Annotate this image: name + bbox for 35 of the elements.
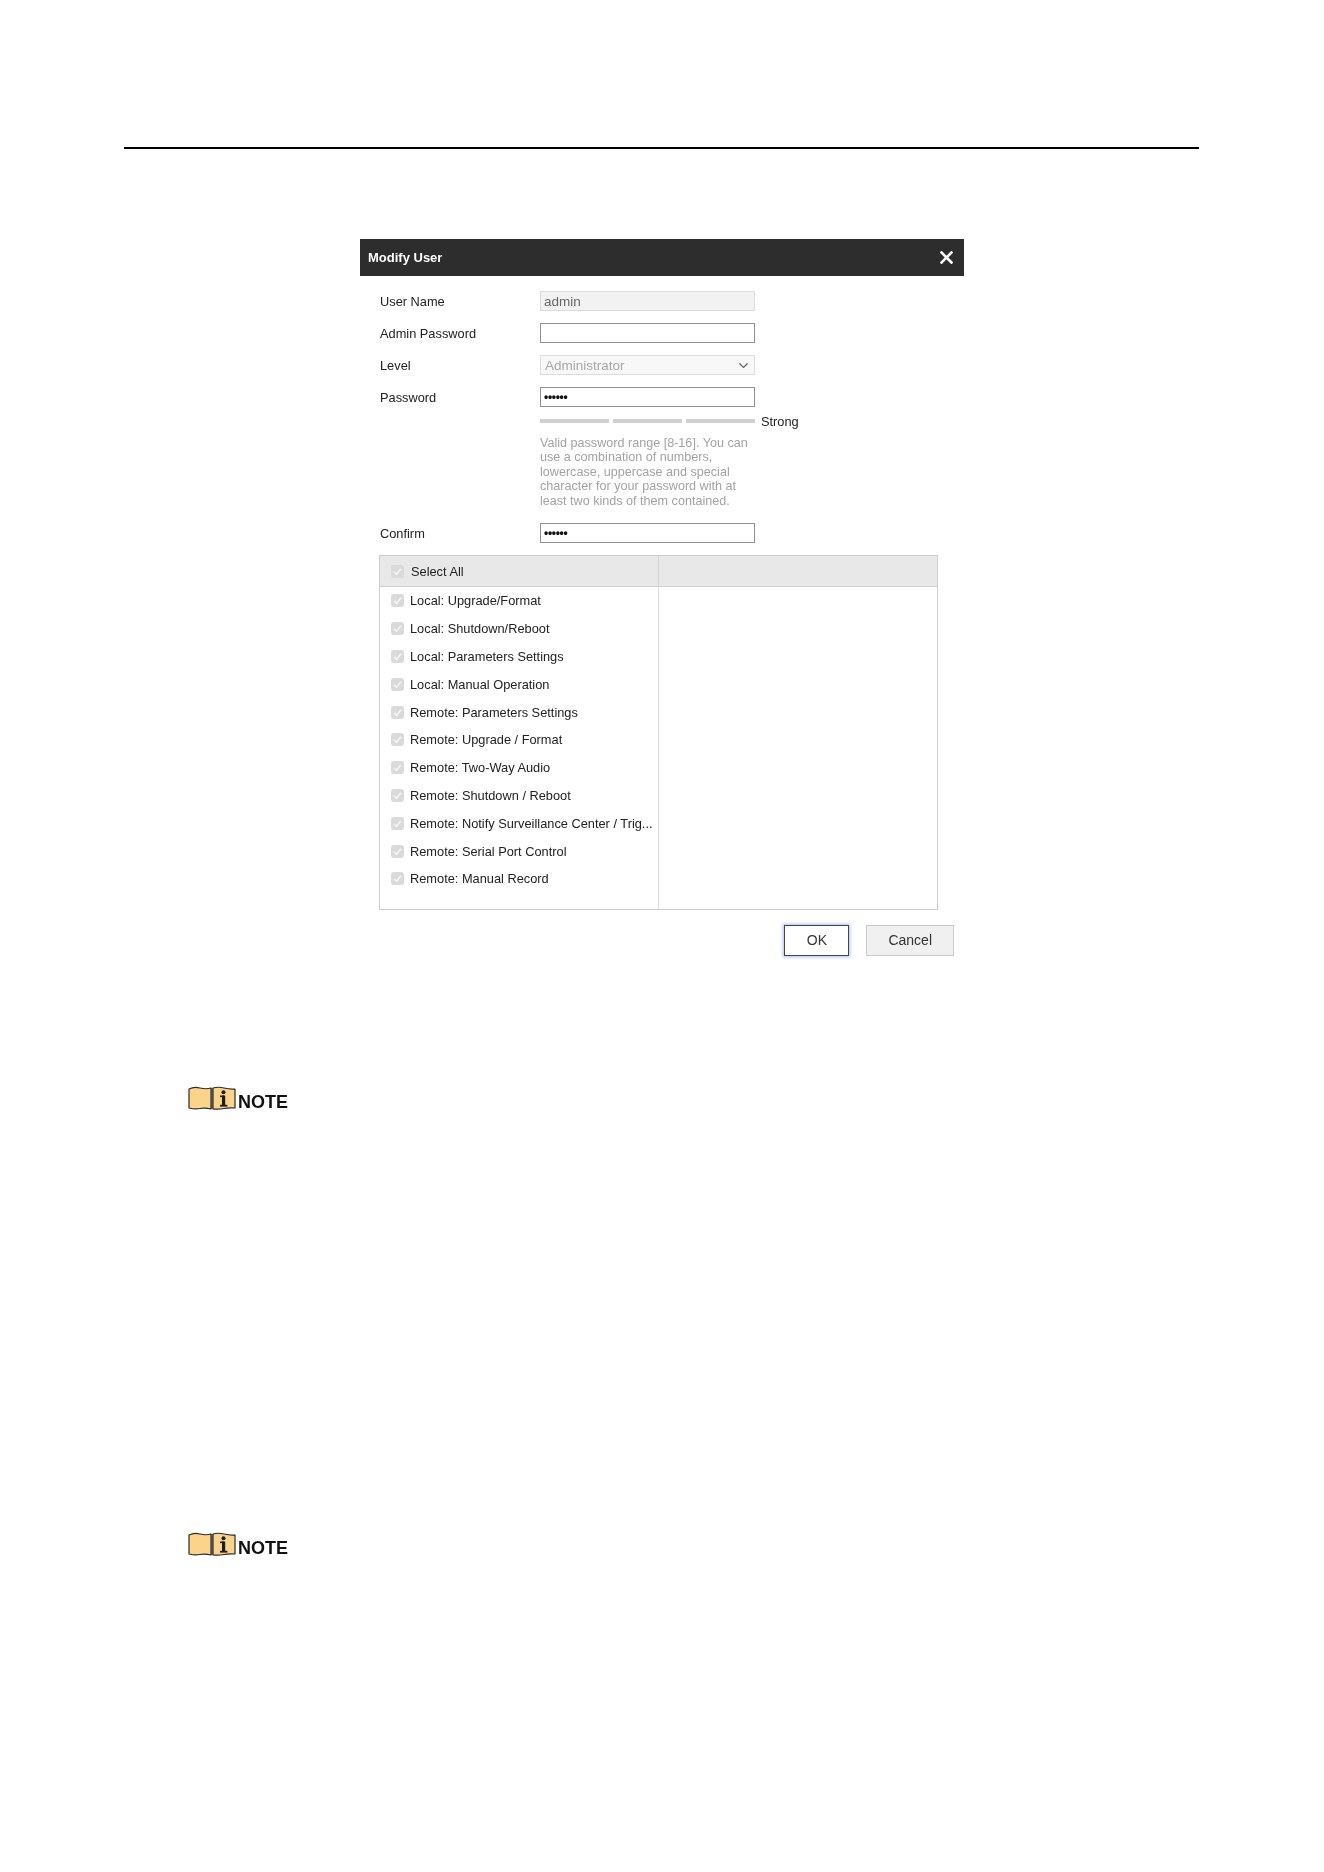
field-label: Confirm	[380, 525, 425, 541]
field-label: Level	[380, 357, 411, 373]
info-book-icon	[188, 1530, 236, 1556]
field-label: Admin Password	[380, 325, 476, 341]
checkbox-label: Select All	[411, 563, 464, 579]
permission-label: Local: Parameters Settings	[410, 649, 564, 664]
dialog-title: Modify User	[368, 250, 443, 265]
permission-label: Remote: Shutdown / Reboot	[410, 788, 571, 803]
note-heading: NOTE	[238, 1538, 288, 1557]
strength-segment	[540, 419, 609, 423]
permission-label: Remote: Parameters Settings	[410, 704, 578, 720]
permission-label: Local: Manual Operation	[410, 676, 550, 692]
close-icon	[940, 251, 953, 264]
chevron-down-icon	[739, 362, 748, 368]
close-button[interactable]	[940, 251, 953, 264]
cancel-button[interactable]: Cancel	[866, 924, 954, 956]
permission-label: Remote: Manual Record	[410, 871, 549, 887]
field-label: Password	[380, 389, 437, 405]
info-book-icon	[188, 1084, 236, 1110]
password-field[interactable]: ••••••	[540, 387, 755, 407]
permission-label: Remote: Upgrade / Format	[410, 732, 563, 748]
strength-label: Strong	[761, 413, 799, 429]
password-field[interactable]	[540, 323, 755, 343]
permission-label: Remote: Two-Way Audio	[410, 760, 551, 776]
strength-segment	[686, 419, 755, 423]
permission-label: Local: Shutdown/Reboot	[410, 621, 550, 637]
strength-segment	[613, 419, 682, 423]
ok-button[interactable]: OK	[784, 924, 850, 956]
note-heading: NOTE	[238, 1092, 288, 1111]
permission-label: Local: Upgrade/Format	[410, 593, 541, 609]
password-hint: Valid password range [8-16]. You can use a combination of numbers, lowercase, uppercase and special character for your password with at least two kinds of them contained.	[540, 436, 749, 509]
password-field[interactable]: ••••••	[540, 523, 755, 544]
permission-label: Remote: Notify Surveillance Center / Trig...	[410, 815, 653, 831]
permission-label: Remote: Serial Port Control	[410, 843, 567, 859]
field-label: User Name	[380, 293, 445, 309]
